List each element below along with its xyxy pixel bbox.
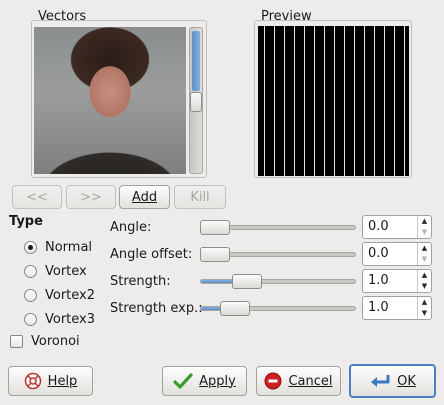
param-angle-spinbutton[interactable]: 0.0 ▲ ▼ — [362, 215, 432, 239]
param-strength-exp-value[interactable]: 1.0 — [363, 297, 417, 319]
help-lifebuoy-icon — [24, 372, 42, 390]
param-angle-slider-thumb[interactable] — [200, 220, 230, 235]
type-radio-vortex2[interactable]: Vortex2 — [24, 288, 95, 303]
param-strength-slider-thumb[interactable] — [232, 274, 262, 289]
cancel-button[interactable]: Cancel — [256, 366, 341, 396]
param-strength-increment-icon[interactable]: ▲ — [418, 270, 431, 281]
vector-scrollbar-fill — [192, 31, 200, 91]
kill-vector-label: Kill — [190, 189, 210, 205]
add-vector-button[interactable]: Add — [119, 185, 170, 209]
apply-button[interactable]: Apply — [162, 366, 247, 396]
param-angle-decrement-icon[interactable]: ▼ — [418, 227, 431, 238]
radio-button-normal[interactable] — [24, 241, 37, 254]
param-angle-offset-decrement-icon[interactable]: ▼ — [418, 254, 431, 265]
cancel-stop-icon — [264, 372, 282, 390]
vector-image-canvas[interactable] — [34, 27, 186, 174]
param-angle-increment-icon[interactable]: ▲ — [418, 216, 431, 227]
voronoi-label: Voronoi — [31, 334, 80, 349]
vector-scrollbar[interactable] — [189, 27, 203, 174]
param-strength-exp-spinbutton[interactable]: 1.0 ▲ ▼ — [362, 296, 432, 320]
radio-label-vortex2: Vortex2 — [45, 288, 96, 303]
type-radio-vortex[interactable]: Vortex — [24, 264, 87, 279]
param-angle-offset-increment-icon[interactable]: ▲ — [418, 243, 431, 254]
param-strength-exp-decrement-icon[interactable]: ▼ — [418, 308, 431, 319]
type-radio-vortex3[interactable]: Vortex3 — [24, 312, 95, 327]
help-label: Help — [47, 373, 78, 389]
param-strength-exp-label: Strength exp.: — [110, 301, 203, 316]
voronoi-checkbox-row[interactable]: Voronoi — [10, 334, 80, 349]
type-radio-normal[interactable]: Normal — [24, 240, 92, 255]
param-strength-decrement-icon[interactable]: ▼ — [418, 281, 431, 292]
apply-label: Apply — [199, 373, 236, 389]
radio-label-vortex3: Vortex3 — [45, 312, 96, 327]
add-vector-label: Add — [131, 189, 158, 205]
param-angle-value[interactable]: 0.0 — [363, 216, 417, 238]
ok-return-arrow-icon — [369, 373, 391, 389]
ok-label: OK — [397, 373, 416, 389]
apply-checkmark-icon — [173, 372, 193, 390]
radio-button-vortex2[interactable] — [24, 289, 37, 302]
radio-button-vortex3[interactable] — [24, 313, 37, 326]
prev-vector-button[interactable]: << — [12, 185, 62, 209]
param-strength-label: Strength: — [110, 274, 171, 289]
param-strength-exp-increment-icon[interactable]: ▲ — [418, 297, 431, 308]
voronoi-checkbox[interactable] — [10, 335, 23, 348]
param-angle-label: Angle: — [110, 220, 152, 235]
radio-label-vortex: Vortex — [45, 264, 87, 279]
param-strength-spinbutton[interactable]: 1.0 ▲ ▼ — [362, 269, 432, 293]
param-strength-exp-slider-thumb[interactable] — [220, 301, 250, 316]
ok-button[interactable]: OK — [349, 364, 436, 398]
preview-canvas — [258, 26, 409, 176]
kill-vector-button[interactable]: Kill — [174, 185, 226, 209]
type-section-title: Type — [9, 214, 43, 229]
param-angle-offset-value[interactable]: 0.0 — [363, 243, 417, 265]
vector-scrollbar-thumb[interactable] — [190, 92, 202, 112]
param-angle-offset-spinbutton[interactable]: 0.0 ▲ ▼ — [362, 242, 432, 266]
param-strength-value[interactable]: 1.0 — [363, 270, 417, 292]
radio-button-vortex[interactable] — [24, 265, 37, 278]
cancel-label: Cancel — [288, 373, 333, 389]
param-angle-offset-slider-thumb[interactable] — [200, 247, 230, 262]
param-angle-offset-label: Angle offset: — [110, 247, 193, 262]
param-strength-slider[interactable] — [200, 279, 356, 284]
param-strength-slider-fill — [201, 280, 236, 283]
help-button[interactable]: Help — [8, 366, 93, 396]
radio-label-normal: Normal — [45, 240, 93, 255]
next-vector-button[interactable]: >> — [66, 185, 116, 209]
